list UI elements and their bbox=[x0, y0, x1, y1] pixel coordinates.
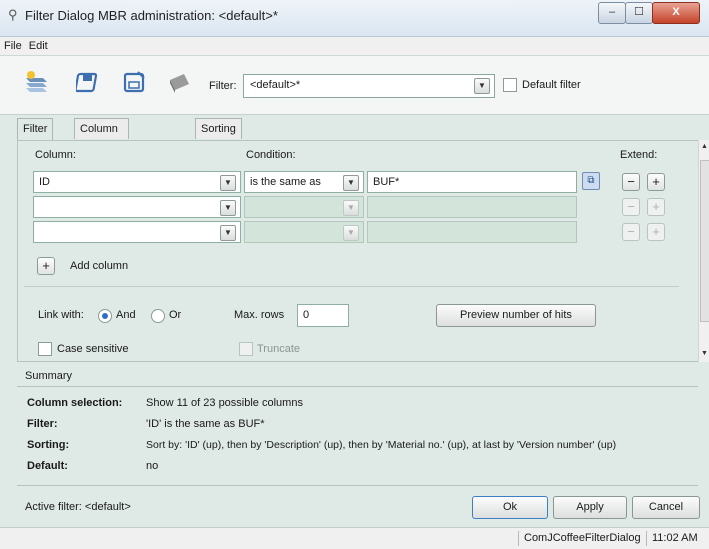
condition-select-row-3: ▼ bbox=[244, 221, 364, 243]
column-select-row-2[interactable]: ▼ bbox=[33, 196, 241, 218]
maximize-button[interactable]: ☐ bbox=[625, 2, 653, 24]
add-row-1-button[interactable]: + bbox=[647, 173, 665, 191]
summary-default-value: no bbox=[146, 460, 159, 472]
column-header: Column: bbox=[35, 149, 76, 161]
summary-filter-value: 'ID' is the same as BUF* bbox=[146, 418, 265, 430]
filter-select-value: <default>* bbox=[250, 79, 301, 91]
chevron-down-icon[interactable]: ▼ bbox=[474, 78, 490, 94]
filter-panel-scrollbar[interactable]: ▲ ▼ bbox=[698, 140, 709, 362]
condition-select-row-1[interactable]: is the same as ▼ bbox=[244, 171, 364, 193]
cancel-button[interactable]: Cancel bbox=[632, 496, 700, 519]
tab-filter[interactable]: Filter (1) bbox=[17, 118, 54, 155]
link-and-radio[interactable] bbox=[98, 309, 112, 323]
toolbar: Filter: <default>* ▼ Default filter bbox=[0, 56, 709, 115]
filter-funnel-icon: ⚲ bbox=[8, 7, 18, 22]
add-row-2-button: + bbox=[647, 198, 665, 216]
summary-sorting-value: Sort by: 'ID' (up), then by 'Description… bbox=[146, 439, 617, 451]
menu-edit[interactable]: Edit bbox=[25, 37, 51, 52]
link-and-label: And bbox=[116, 309, 136, 321]
title-bar: ⚲ Filter Dialog MBR administration: <def… bbox=[0, 0, 709, 37]
close-button[interactable]: X bbox=[652, 2, 700, 24]
chevron-down-icon[interactable]: ▼ bbox=[343, 175, 359, 191]
filter-dialog-window: ⚲ Filter Dialog MBR administration: <def… bbox=[0, 0, 709, 549]
tab-sorting[interactable]: Sorting (3) bbox=[195, 118, 242, 155]
window-title: Filter Dialog MBR administration: <defau… bbox=[25, 8, 278, 23]
max-rows-value: 0 bbox=[303, 309, 310, 321]
filter-label: Filter: bbox=[209, 80, 237, 92]
remove-row-3-button: − bbox=[622, 223, 640, 241]
save-as-icon[interactable] bbox=[120, 70, 150, 98]
status-dialog-name: ComJCoffeeFilterDialog bbox=[518, 531, 641, 546]
status-bar: ComJCoffeeFilterDialog 11:02 AM bbox=[0, 527, 709, 549]
save-icon[interactable] bbox=[74, 70, 104, 98]
link-or-label: Or bbox=[169, 309, 182, 321]
condition-select-row-2: ▼ bbox=[244, 196, 364, 218]
delete-icon[interactable] bbox=[164, 70, 194, 98]
scrollbar-thumb[interactable] bbox=[700, 160, 709, 322]
filter-select[interactable]: <default>* ▼ bbox=[243, 74, 495, 98]
apply-button[interactable]: Apply bbox=[553, 496, 627, 519]
summary-title: Summary bbox=[25, 370, 73, 382]
copy-icon[interactable]: ⧉ bbox=[582, 172, 600, 190]
remove-row-2-button: − bbox=[622, 198, 640, 216]
condition-select-row-1-value: is the same as bbox=[250, 176, 321, 188]
case-sensitive-checkbox[interactable] bbox=[38, 342, 52, 356]
case-sensitive-label: Case sensitive bbox=[57, 343, 129, 355]
summary-default-key: Default: bbox=[27, 460, 68, 472]
chevron-down-icon[interactable]: ▼ bbox=[220, 225, 236, 241]
add-row-3-button: + bbox=[647, 223, 665, 241]
active-filter-label: Active filter: <default> bbox=[25, 501, 131, 513]
footer-divider bbox=[17, 485, 698, 486]
column-select-row-1[interactable]: ID ▼ bbox=[33, 171, 241, 193]
divider bbox=[24, 286, 679, 287]
summary-sorting-key: Sorting: bbox=[27, 439, 70, 451]
summary-filter-key: Filter: bbox=[27, 418, 58, 430]
summary-column-selection-key: Column selection: bbox=[27, 397, 123, 409]
chevron-down-icon: ▼ bbox=[343, 200, 359, 216]
summary-divider bbox=[17, 386, 698, 387]
status-time: 11:02 AM bbox=[646, 531, 698, 546]
condition-header: Condition: bbox=[246, 149, 296, 161]
link-or-radio[interactable] bbox=[151, 309, 165, 323]
column-select-row-3[interactable]: ▼ bbox=[33, 221, 241, 243]
value-input-row-1-value: BUF* bbox=[373, 176, 400, 188]
preview-hits-button[interactable]: Preview number of hits bbox=[436, 304, 596, 327]
truncate-checkbox bbox=[239, 342, 253, 356]
scroll-down-icon[interactable]: ▼ bbox=[701, 350, 708, 357]
tab-column-selection[interactable]: Column selection (2) bbox=[74, 118, 130, 175]
value-input-row-2 bbox=[367, 196, 577, 218]
link-with-label: Link with: bbox=[38, 309, 84, 321]
minimize-button[interactable]: – bbox=[598, 2, 626, 24]
ok-button[interactable]: Ok bbox=[472, 496, 548, 519]
chevron-down-icon: ▼ bbox=[343, 225, 359, 241]
column-select-row-1-value: ID bbox=[39, 176, 50, 188]
value-input-row-3 bbox=[367, 221, 577, 243]
summary-column-selection-value: Show 11 of 23 possible columns bbox=[146, 397, 303, 409]
chevron-down-icon[interactable]: ▼ bbox=[220, 200, 236, 216]
menu-file[interactable]: File bbox=[0, 37, 25, 52]
extend-header: Extend: bbox=[620, 149, 658, 161]
scroll-up-icon[interactable]: ▲ bbox=[701, 143, 708, 150]
max-rows-label: Max. rows bbox=[234, 309, 285, 321]
chevron-down-icon[interactable]: ▼ bbox=[220, 175, 236, 191]
default-filter-checkbox[interactable] bbox=[503, 78, 517, 92]
add-column-button[interactable]: + bbox=[37, 257, 55, 275]
value-input-row-1[interactable]: BUF* bbox=[367, 171, 577, 193]
menu-bar: File Edit bbox=[0, 37, 709, 56]
default-filter-label: Default filter bbox=[522, 79, 581, 91]
max-rows-input[interactable]: 0 bbox=[297, 304, 349, 327]
remove-row-1-button[interactable]: − bbox=[622, 173, 640, 191]
add-column-label[interactable]: Add column bbox=[70, 260, 128, 272]
truncate-label: Truncate bbox=[257, 343, 301, 355]
new-filter-icon[interactable] bbox=[22, 70, 52, 98]
